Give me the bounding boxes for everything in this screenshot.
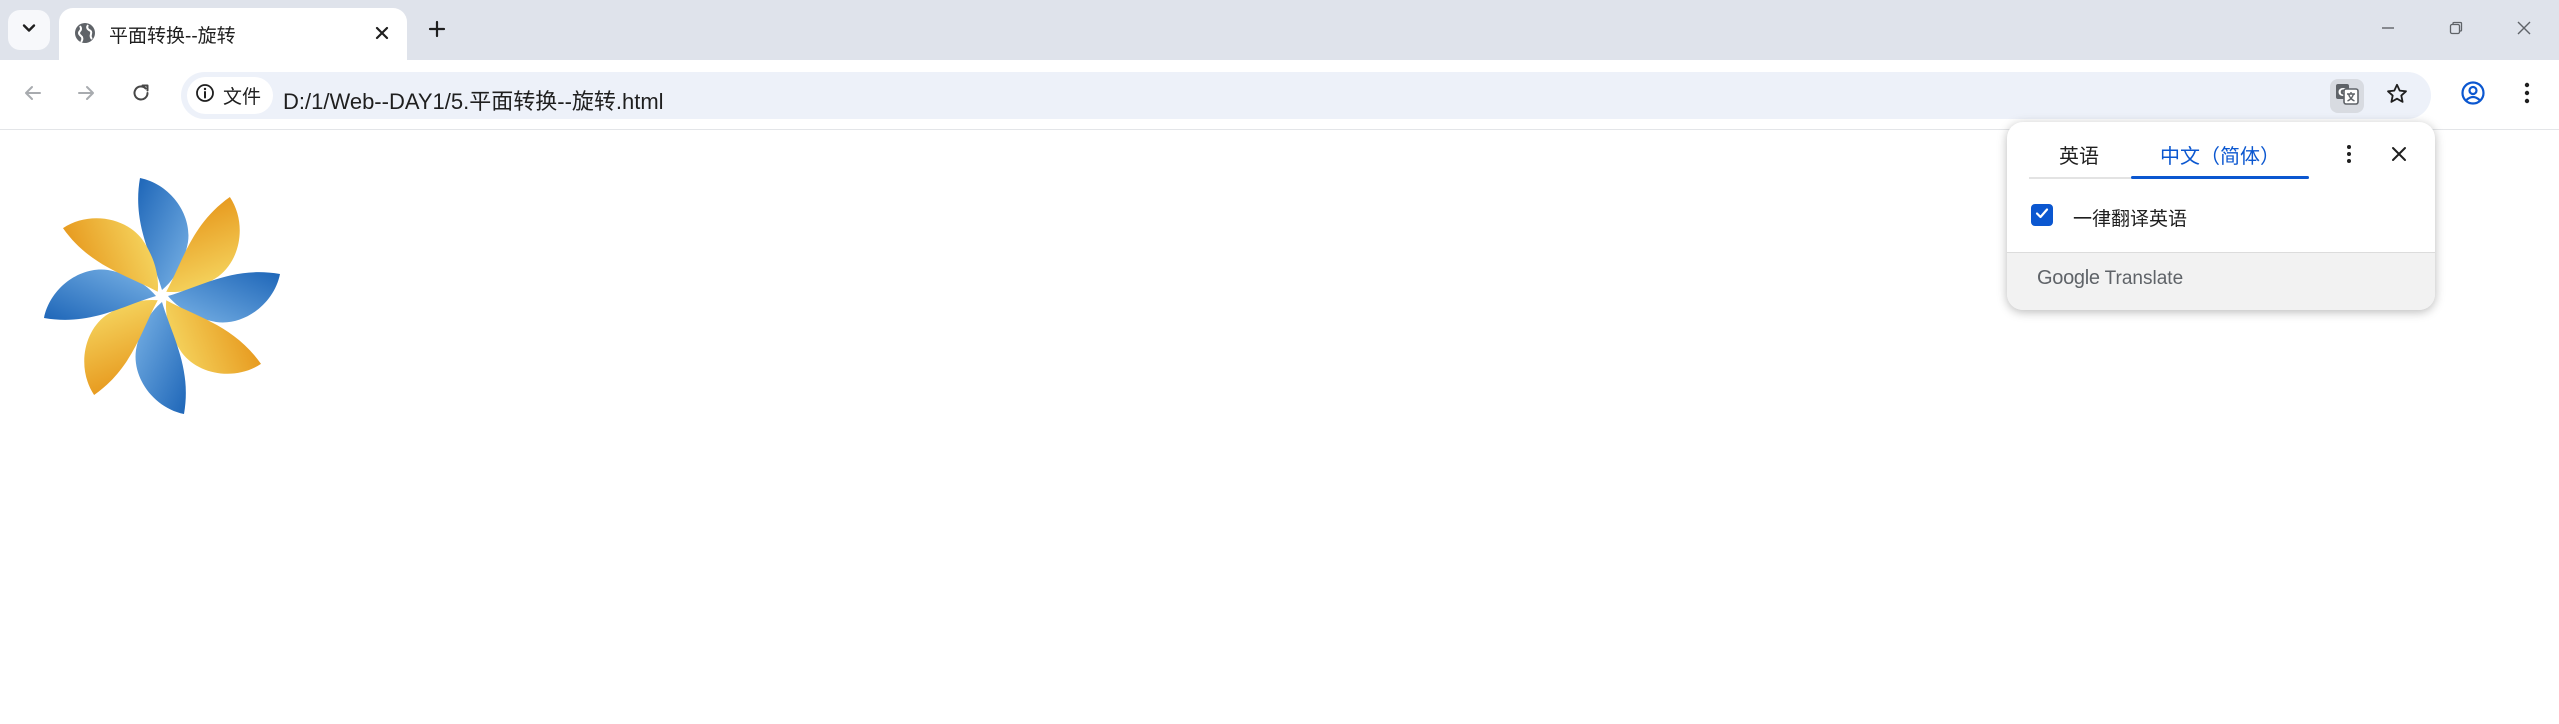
minimize-button[interactable] — [2360, 10, 2416, 50]
translate-icon: G — [2334, 81, 2360, 112]
more-vert-icon — [2523, 81, 2531, 110]
google-translate-brand: Google Translate — [2037, 267, 2183, 290]
close-icon — [2390, 145, 2408, 168]
tab-strip: 平面转换--旋转 — [0, 0, 2559, 60]
info-icon — [195, 83, 215, 108]
chrome-menu-button[interactable] — [2507, 75, 2547, 115]
close-popup-button[interactable] — [2381, 138, 2417, 174]
tab-title: 平面转换--旋转 — [109, 26, 236, 47]
close-icon — [2516, 20, 2532, 41]
back-button[interactable] — [13, 75, 53, 115]
globe-icon — [73, 21, 97, 45]
restore-icon — [2448, 20, 2464, 41]
tab-search-button[interactable] — [8, 10, 50, 50]
bookmark-star-button[interactable] — [2380, 79, 2414, 113]
active-tab-indicator — [2131, 176, 2309, 179]
tab-target-language[interactable]: 中文（简体） — [2131, 140, 2309, 180]
minimize-icon — [2380, 20, 2396, 41]
pinwheel-image — [34, 164, 290, 420]
chevron-down-icon — [20, 19, 38, 42]
restore-button[interactable] — [2428, 10, 2484, 50]
tab-source-language[interactable]: 英语 — [2029, 140, 2129, 180]
close-tab-icon[interactable] — [369, 20, 395, 46]
translate-brand-text: Translate — [2104, 268, 2184, 289]
arrow-left-icon — [22, 82, 44, 109]
checkmark-icon — [2034, 205, 2050, 226]
star-icon — [2385, 82, 2409, 111]
browser-tab[interactable]: 平面转换--旋转 — [59, 8, 407, 60]
translate-options-button[interactable] — [2331, 138, 2367, 174]
always-translate-checkbox[interactable] — [2031, 204, 2053, 226]
forward-button[interactable] — [66, 75, 106, 115]
translate-button[interactable]: G — [2330, 79, 2364, 113]
reload-icon — [130, 82, 152, 109]
address-bar[interactable]: 文件 D:/1/Web--DAY1/5.平面转换--旋转.html G — [181, 72, 2431, 119]
arrow-right-icon — [75, 82, 97, 109]
profile-button[interactable] — [2453, 75, 2493, 115]
always-translate-label: 一律翻译英语 — [2073, 209, 2188, 230]
popup-footer: Google Translate — [2007, 252, 2435, 310]
toolbar: 文件 D:/1/Web--DAY1/5.平面转换--旋转.html G — [0, 60, 2559, 130]
url-text[interactable]: D:/1/Web--DAY1/5.平面转换--旋转.html — [283, 84, 664, 116]
account-circle-icon — [2460, 80, 2486, 111]
site-info-chip[interactable]: 文件 — [187, 77, 274, 114]
more-vert-icon — [2345, 143, 2353, 170]
close-window-button[interactable] — [2496, 10, 2552, 50]
reload-button[interactable] — [121, 75, 161, 115]
google-logo-text: Google — [2037, 267, 2100, 289]
new-tab-button[interactable] — [420, 14, 454, 48]
plus-icon — [427, 19, 447, 44]
translate-popup: 英语 中文（简体） 一律翻译英语 Google Translate — [2007, 122, 2435, 310]
site-chip-label: 文件 — [223, 87, 262, 108]
